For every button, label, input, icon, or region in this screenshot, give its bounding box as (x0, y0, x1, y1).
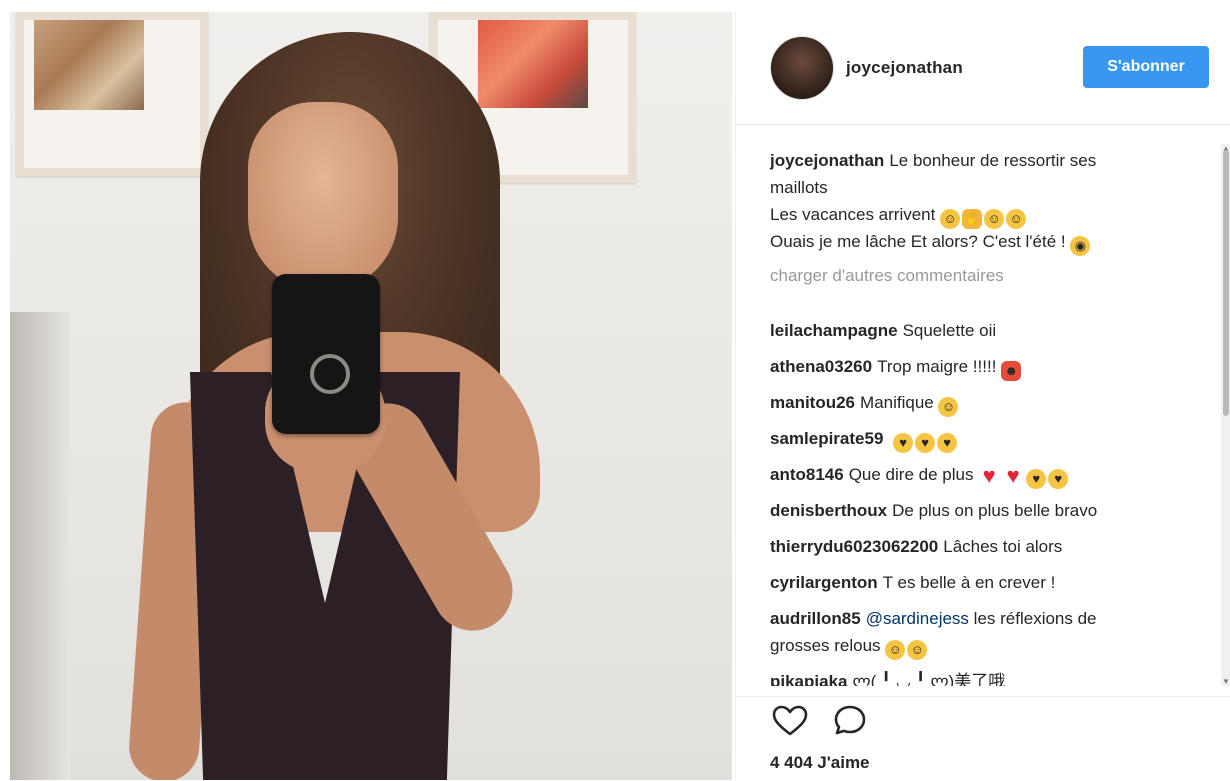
wall-frame-left (16, 12, 208, 176)
comment-text: Que dire de plus (848, 465, 974, 484)
comment-text: Squelette oii (902, 321, 997, 340)
caption-text-2: maillots (770, 178, 828, 197)
comment-text: T es belle à en crever ! (882, 573, 1056, 592)
comment-username[interactable]: athena03260 (770, 357, 872, 376)
relieved-emoji-icon: ☺ (1006, 209, 1027, 229)
devil-emoji-icon: ☻ (1001, 361, 1022, 381)
comment-username[interactable]: denisberthoux (770, 501, 887, 520)
post-photo[interactable] (10, 12, 732, 780)
caption-line-2: maillots (770, 177, 828, 199)
grin-emoji-icon: ☺ (984, 209, 1005, 229)
comment-text: les réflexions de (973, 609, 1097, 628)
scroll-down-icon[interactable]: ▼ (1222, 677, 1230, 686)
comment-item-continued: grosses relous ☺ ☺ (770, 635, 929, 660)
comment-text: grosses relous (770, 636, 881, 655)
comment-item: thierrydu6023062200 Lâches toi alors (770, 536, 1062, 558)
yum-emoji-icon: ☺ (938, 397, 959, 417)
caption-text-1: Le bonheur de ressortir ses (889, 151, 1097, 170)
clap-emoji-icon: ✋ (962, 209, 983, 229)
caption-line-1: joycejonathan Le bonheur de ressortir ses (770, 150, 1096, 172)
scrollbar-thumb[interactable] (1223, 150, 1229, 416)
instagram-post-view: joycejonathan S'abonner joycejonathan Le … (0, 0, 1230, 780)
heart-eyes-emoji-icon: ♥ (1026, 469, 1047, 489)
avatar[interactable] (770, 36, 834, 100)
comment-item: athena03260 Trop maigre !!!!! ☻ (770, 356, 1023, 381)
follow-button[interactable]: S'abonner (1083, 46, 1209, 88)
heart-eyes-emoji-icon: ♥ (915, 433, 936, 453)
comment-username[interactable]: manitou26 (770, 393, 855, 412)
like-button[interactable] (770, 701, 810, 741)
astonished-emoji-icon: ☺ (885, 640, 906, 660)
photo-phone (272, 274, 380, 434)
comment-item: cyrilargenton T es belle à en crever ! (770, 572, 1055, 594)
caption-text-4: Ouais je me lâche Et alors? C'est l'été … (770, 232, 1066, 251)
post-header: joycejonathan S'abonner (736, 12, 1230, 125)
comment-username[interactable]: samlepirate59 (770, 429, 883, 448)
sunglasses-emoji-icon: ◉ (1070, 236, 1091, 256)
caption-text-3: Les vacances arrivent (770, 205, 936, 224)
comment-item: samlepirate59 ♥ ♥ ♥ (770, 428, 959, 453)
heart-eyes-emoji-icon: ♥ (1048, 469, 1069, 489)
caption-username[interactable]: joycejonathan (770, 151, 884, 170)
comment-text: De plus on plus belle bravo (892, 501, 1098, 520)
heart-outline-icon (772, 705, 808, 736)
comment-mention[interactable]: @sardinejess (866, 609, 969, 628)
comment-item: manitou26 Manifique ☺ (770, 392, 960, 417)
comment-text: Manifique (860, 393, 934, 412)
confused-emoji-icon: ☺ (907, 640, 928, 660)
comment-button[interactable] (830, 701, 870, 741)
comment-item: audrillon85 @sardinejess les réflexions d… (770, 608, 1097, 630)
post-side-panel: joycejonathan S'abonner joycejonathan Le … (735, 12, 1230, 780)
comment-item: anto8146 Que dire de plus ♥ ♥ ♥ ♥ (770, 464, 1070, 489)
smile-emoji-icon: ☺ (940, 209, 961, 229)
comment-item: denisberthoux De plus on plus belle bravo (770, 500, 1097, 522)
likes-count[interactable]: 4 404 J'aime (770, 753, 870, 773)
caption-line-3: Les vacances arrivent ☺ ✋ ☺ ☺ (770, 204, 1028, 229)
post-actions: 4 404 J'aime (736, 696, 1230, 781)
comment-username[interactable]: anto8146 (770, 465, 844, 484)
red-heart-emoji-icon: ♥ (982, 463, 996, 488)
heart-eyes-emoji-icon: ♥ (937, 433, 958, 453)
comment-bubble-icon (834, 705, 866, 735)
comment-username[interactable]: leilachampagne (770, 321, 898, 340)
load-more-comments-link[interactable]: charger d'autres commentaires (770, 266, 1004, 286)
comment-item: pikapiaka ლ( ╹ ◡ ╹ ლ)美了哦 (770, 671, 1005, 686)
comment-username[interactable]: cyrilargenton (770, 573, 878, 592)
comment-text: ლ( ╹ ◡ ╹ ლ)美了哦 (852, 672, 1006, 686)
comment-username[interactable]: thierrydu6023062200 (770, 537, 938, 556)
photo-shadow (10, 312, 70, 780)
caption-line-4: Ouais je me lâche Et alors? C'est l'été … (770, 231, 1092, 256)
comment-text: Lâches toi alors (943, 537, 1063, 556)
comment-username[interactable]: pikapiaka (770, 672, 848, 686)
photo-face (248, 102, 398, 292)
comment-item: leilachampagne Squelette oii (770, 320, 996, 342)
comment-text: Trop maigre !!!!! (877, 357, 997, 376)
red-heart-emoji-icon: ♥ (1006, 463, 1020, 488)
header-username[interactable]: joycejonathan (846, 58, 963, 78)
heart-eyes-emoji-icon: ♥ (893, 433, 914, 453)
comments-scrollbar[interactable]: ▲ ▼ (1221, 144, 1230, 686)
comment-username[interactable]: audrillon85 (770, 609, 861, 628)
comments-list[interactable]: joycejonathan Le bonheur de ressortir ses… (736, 144, 1221, 686)
